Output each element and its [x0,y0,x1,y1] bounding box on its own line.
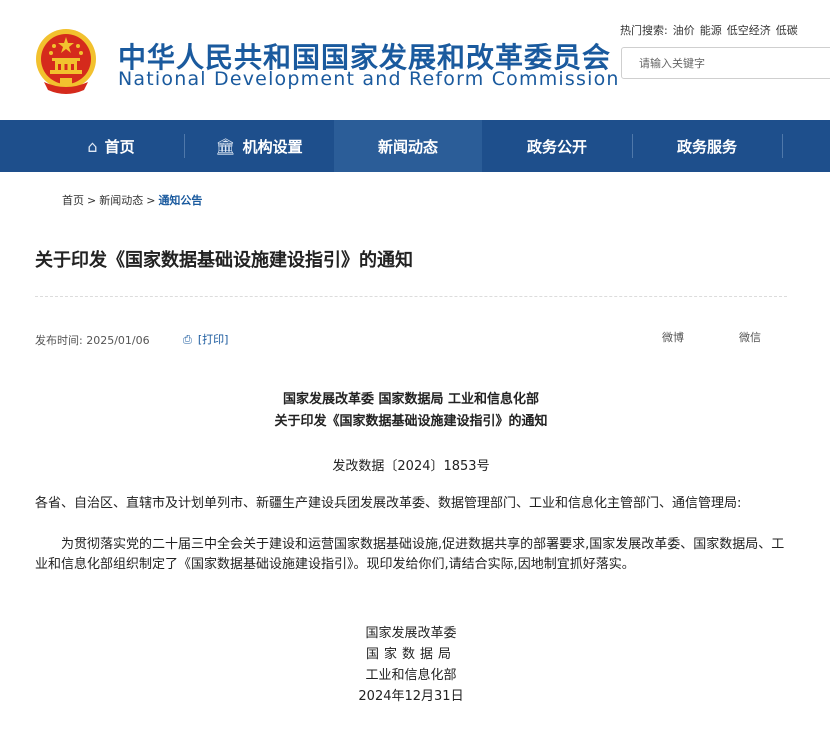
print-label: [打印] [197,333,229,346]
article-title: 关于印发《国家数据基础设施建设指引》的通知 [35,250,413,271]
institution-icon: 🏛︎ [215,136,236,156]
national-emblem-icon[interactable] [34,26,98,94]
search-box [621,47,830,79]
nav-item-label: 政务公开 [526,137,587,156]
nav-item-label: 首页 [104,137,135,156]
hot-search-term[interactable]: 低空经济 [727,24,771,37]
nav-item-institutions[interactable]: 🏛︎ 机构设置 [185,120,333,172]
publish-info: 发布时间: 2025/01/06 [35,332,150,348]
signature-line: 国家发展改革委 [365,626,457,641]
salutation-paragraph: 各省、自治区、直辖市及计划单列市、新疆生产建设兵团发展改革委、数据管理部门、工业… [35,496,742,511]
body-paragraph: 为贯彻落实党的二十届三中全会关于建设和运营国家数据基础设施,促进数据共享的部署要… [35,537,785,572]
nav-item-label: 新闻动态 [377,137,438,156]
search-input[interactable] [622,48,830,78]
document-subtitle: 关于印发《国家数据基础设施建设指引》的通知 [274,414,548,429]
print-button[interactable]: ⎙ [打印] [183,331,228,347]
signature-date: 2024年12月31日 [358,689,464,704]
signature-line: 国家数据局 [365,647,456,662]
breadcrumb-current[interactable]: 通知公告 [158,194,202,207]
breadcrumb-home[interactable]: 首页 [62,194,84,207]
printer-icon: ⎙ [183,333,192,346]
breadcrumb: 首页 > 新闻动态 > 通知公告 [62,192,202,208]
hot-search-term[interactable]: 低碳 [776,24,798,37]
main-nav: ⌂ 首页 🏛︎ 机构设置 新闻动态 政务公开 政务服务 [0,120,830,172]
nav-divider [782,134,783,158]
site-header: 中华人民共和国国家发展和改革委员会 National Development a… [0,0,830,120]
hot-search-term[interactable]: 能源 [700,24,722,37]
document-number: 发改数据〔2024〕1853号 [332,459,490,474]
breadcrumb-separator: > [146,194,156,207]
document-issuers: 国家发展改革委 国家数据局 工业和信息化部 [282,392,540,407]
nav-item-gov-affairs-open[interactable]: 政务公开 [483,120,631,172]
signature-line: 工业和信息化部 [365,668,457,683]
breadcrumb-separator: > [87,194,97,207]
hot-search: 热门搜索: 油价 能源 低空经济 低碳 [620,22,803,38]
nav-item-news[interactable]: 新闻动态 [334,120,482,172]
title-divider [35,296,787,297]
nav-item-label: 政务服务 [676,137,737,156]
share-weibo-button[interactable]: 微博 [662,329,684,345]
hot-search-label: 热门搜索: [620,24,668,37]
publish-date: 2025/01/06 [86,334,150,347]
home-icon: ⌂ [87,136,98,156]
nav-item-home[interactable]: ⌂ 首页 [38,120,184,172]
nav-item-label: 机构设置 [242,137,303,156]
hot-search-term[interactable]: 油价 [673,24,695,37]
nav-item-gov-services[interactable]: 政务服务 [633,120,781,172]
site-title-en[interactable]: National Development and Reform Commissi… [118,68,620,90]
publish-label: 发布时间: [35,334,83,347]
share-wechat-button[interactable]: 微信 [739,329,761,345]
breadcrumb-news[interactable]: 新闻动态 [99,194,143,207]
